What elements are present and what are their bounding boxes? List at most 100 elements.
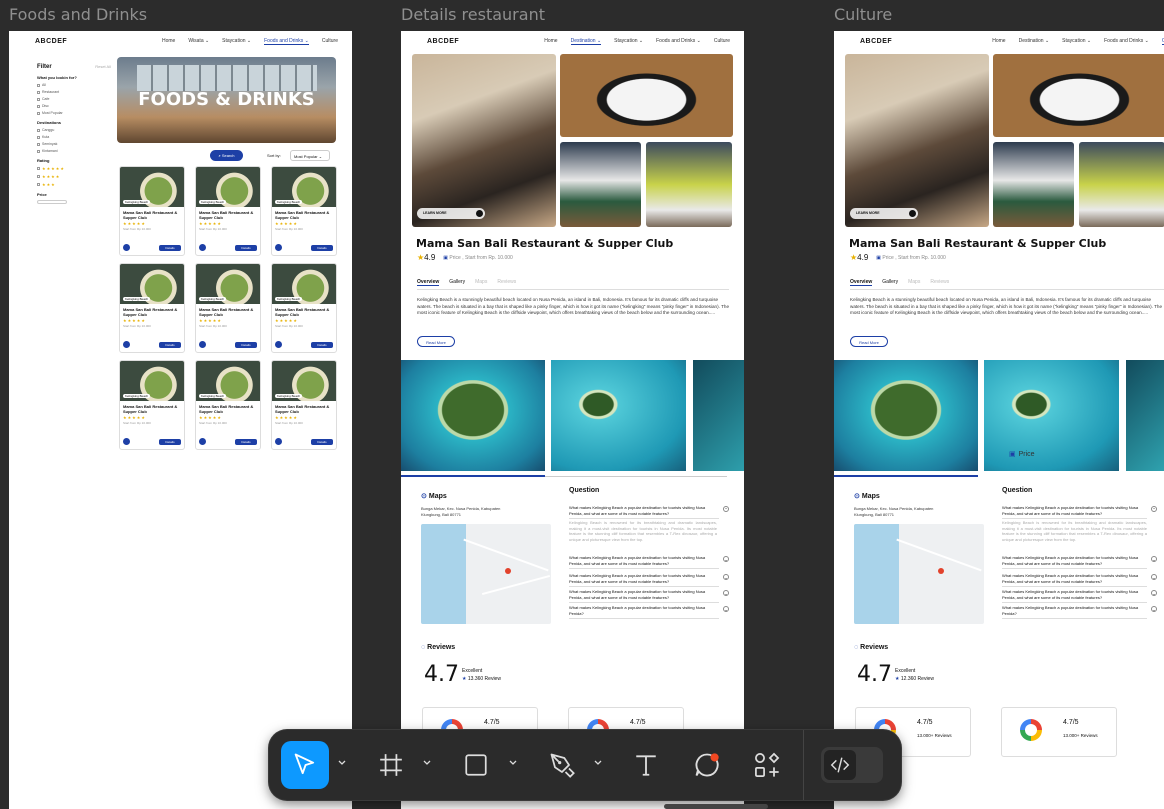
- search-button[interactable]: ⌕ Search: [210, 150, 243, 161]
- details-button[interactable]: Details: [235, 341, 257, 348]
- tab-reviews[interactable]: Reviews: [930, 279, 949, 286]
- food-card[interactable]: Kelingking Beach Mama San Bali Restaurant…: [119, 263, 185, 353]
- food-card[interactable]: Kelingking Beach Mama San Bali Restaurant…: [195, 263, 261, 353]
- tab-gallery[interactable]: Gallery: [449, 279, 465, 286]
- info-icon[interactable]: [123, 438, 130, 445]
- dev-mode-toggle[interactable]: [821, 747, 883, 783]
- price-input[interactable]: [37, 200, 67, 204]
- info-icon[interactable]: [199, 244, 206, 251]
- faq-question[interactable]: What makes Kelingking Beach a popular de…: [569, 555, 729, 569]
- details-button[interactable]: Details: [311, 438, 333, 445]
- brand-logo[interactable]: ABCDEF: [427, 38, 459, 45]
- beach-photo[interactable]: [551, 360, 686, 471]
- foods-frame[interactable]: ABCDEF Home Wisata ⌄ Staycation ⌄ Foods …: [9, 31, 352, 809]
- food-card[interactable]: Kelingking Beach Mama San Bali Restaurant…: [119, 166, 185, 256]
- read-more-button[interactable]: Read More: [850, 336, 888, 347]
- details-button[interactable]: Details: [159, 438, 181, 445]
- tab-overview[interactable]: Overview: [850, 279, 873, 286]
- details-button[interactable]: Details: [235, 438, 257, 445]
- filter-option[interactable]: Most Popular: [37, 111, 111, 115]
- dev-mode-button[interactable]: [824, 750, 856, 780]
- tab-gallery[interactable]: Gallery: [882, 279, 898, 286]
- pen-tool-button[interactable]: [538, 741, 586, 789]
- nav-foods[interactable]: Foods and Drinks ⌄: [264, 38, 309, 45]
- info-icon[interactable]: [123, 244, 130, 251]
- info-icon[interactable]: [199, 341, 206, 348]
- details-button[interactable]: Details: [159, 341, 181, 348]
- faq-question[interactable]: What makes Kelingking Beach a popular de…: [569, 589, 729, 603]
- nav-foods[interactable]: Foods and Drinks ⌄: [1104, 38, 1149, 45]
- beach-photo[interactable]: [401, 360, 545, 471]
- gallery-photo[interactable]: [646, 142, 732, 227]
- chevron-down-icon[interactable]: ⌄: [723, 556, 729, 562]
- filter-option[interactable]: Restaurant: [37, 90, 111, 94]
- sort-select[interactable]: Most Popular ⌄: [290, 150, 330, 161]
- chevron-down-icon[interactable]: [593, 758, 603, 768]
- nav-home[interactable]: Home: [544, 38, 557, 45]
- food-card[interactable]: Kelingking Beach Mama San Bali Restaurant…: [271, 263, 337, 353]
- details-button[interactable]: Details: [159, 244, 181, 251]
- details-button[interactable]: Details: [311, 244, 333, 251]
- gallery-photo-main[interactable]: LEARN MORE: [412, 54, 556, 227]
- filter-option[interactable]: Kintamani: [37, 149, 111, 153]
- nav-staycation[interactable]: Staycation ⌄: [222, 38, 251, 45]
- filter-option[interactable]: Kuta: [37, 135, 111, 139]
- nav-destination[interactable]: Destination ⌄: [1019, 38, 1050, 45]
- gallery-photo[interactable]: [560, 142, 641, 227]
- faq-question[interactable]: What makes Kelingking Beach a popular de…: [569, 505, 729, 519]
- actions-tool-button[interactable]: [743, 741, 791, 789]
- beach-photo[interactable]: [1126, 360, 1164, 471]
- learn-more-button[interactable]: LEARN MORE: [850, 208, 918, 219]
- info-icon[interactable]: [275, 244, 282, 251]
- gallery-photo[interactable]: [560, 54, 733, 137]
- info-icon[interactable]: [199, 438, 206, 445]
- filter-option[interactable]: Canggu: [37, 128, 111, 132]
- rating-option[interactable]: ★★★: [37, 182, 111, 187]
- rating-option[interactable]: ★★★★: [37, 174, 111, 179]
- reset-all-link[interactable]: Reset All: [95, 64, 111, 69]
- beach-photo[interactable]: [984, 360, 1119, 471]
- chevron-down-icon[interactable]: [508, 758, 518, 768]
- faq-question[interactable]: What makes Kelingking Beach a popular de…: [1002, 605, 1157, 619]
- chevron-up-icon[interactable]: ⌃: [1151, 506, 1157, 512]
- details-button[interactable]: Details: [311, 341, 333, 348]
- beach-photo[interactable]: [834, 360, 978, 471]
- chevron-down-icon[interactable]: ⌄: [723, 606, 729, 612]
- chevron-down-icon[interactable]: [422, 758, 432, 768]
- faq-question[interactable]: What makes Kelingking Beach a popular de…: [1002, 555, 1157, 569]
- filter-option[interactable]: Disc: [37, 104, 111, 108]
- frame-label-details[interactable]: Details restaurant: [401, 5, 545, 24]
- nav-home[interactable]: Home: [992, 38, 1005, 45]
- google-review-card[interactable]: 4.7/5 13.000+ Reviews: [1001, 707, 1117, 757]
- culture-frame[interactable]: ABCDEF Home Destination ⌄ Staycation ⌄ F…: [834, 31, 1164, 809]
- nav-home[interactable]: Home: [162, 38, 175, 45]
- rating-option[interactable]: ★★★★★: [37, 166, 111, 171]
- chevron-down-icon[interactable]: ⌄: [1151, 556, 1157, 562]
- chevron-down-icon[interactable]: ⌄: [1151, 574, 1157, 580]
- food-card[interactable]: Kelingking Beach Mama San Bali Restaurant…: [271, 360, 337, 450]
- info-icon[interactable]: [275, 438, 282, 445]
- move-tool-button[interactable]: [281, 741, 329, 789]
- frame-label-foods[interactable]: Foods and Drinks: [9, 5, 147, 24]
- tab-reviews[interactable]: Reviews: [497, 279, 516, 286]
- brand-logo[interactable]: ABCDEF: [860, 38, 892, 45]
- chevron-down-icon[interactable]: ⌄: [1151, 590, 1157, 596]
- nav-culture[interactable]: Culture: [322, 38, 338, 45]
- map-view[interactable]: [421, 524, 551, 624]
- nav-culture[interactable]: Culture: [714, 38, 730, 45]
- read-more-button[interactable]: Read More: [417, 336, 455, 347]
- gallery-photo[interactable]: [993, 54, 1164, 137]
- filter-option[interactable]: Seminyak: [37, 142, 111, 146]
- info-icon[interactable]: [123, 341, 130, 348]
- gallery-photo[interactable]: [993, 142, 1074, 227]
- faq-question[interactable]: What makes Kelingking Beach a popular de…: [1002, 505, 1157, 519]
- frame-tool-button[interactable]: [367, 741, 415, 789]
- faq-question[interactable]: What makes Kelingking Beach a popular de…: [1002, 589, 1157, 603]
- horizontal-scrollbar[interactable]: [664, 804, 768, 809]
- chevron-up-icon[interactable]: ⌃: [723, 506, 729, 512]
- chevron-down-icon[interactable]: ⌄: [723, 574, 729, 580]
- nav-foods[interactable]: Foods and Drinks ⌄: [656, 38, 701, 45]
- nav-staycation[interactable]: Staycation ⌄: [1062, 38, 1091, 45]
- info-icon[interactable]: [275, 341, 282, 348]
- food-card[interactable]: Kelingking Beach Mama San Bali Restaurant…: [195, 360, 261, 450]
